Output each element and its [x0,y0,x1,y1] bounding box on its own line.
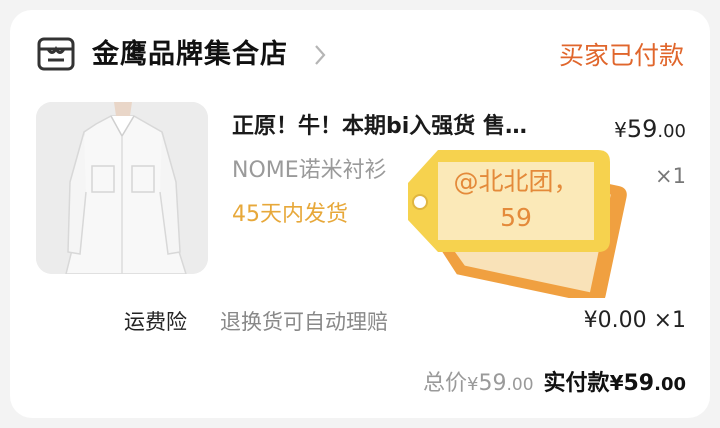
shipping-insurance-desc: 退换货可自动理赔 [220,310,388,334]
product-image[interactable] [36,102,208,274]
shipping-insurance-label: 运费险 [124,310,187,334]
shop-name[interactable]: 金鹰品牌集合店 [92,36,288,74]
price-decimal: .00 [657,121,686,142]
total-label: 总价 [423,371,468,396]
store-icon [37,37,75,71]
total-integer: 59 [478,371,507,396]
total-row: 总价¥59.00 实付款¥59.00 [423,367,686,401]
paid-integer: 59 [623,371,655,396]
item-quantity: ×1 [655,164,686,188]
shirt-photo [36,102,208,274]
paid-label: 实付款 [543,371,610,396]
tag-text: @北北团，59 [453,167,579,232]
total-currency: ¥ [467,374,479,395]
shipping-time: 45天内发货 [232,202,348,227]
total-value: ¥59.00 [467,371,534,396]
total-decimal: .00 [506,375,534,395]
chevron-right-icon[interactable] [312,42,328,68]
price-integer: 59 [626,115,658,143]
paid-value: ¥59.00 [610,371,686,396]
paid-currency: ¥ [609,371,624,395]
shipping-insurance-price: ¥0.00 ×1 [583,308,686,333]
paid-decimal: .00 [654,374,686,395]
order-status: 买家已付款 [558,41,684,70]
